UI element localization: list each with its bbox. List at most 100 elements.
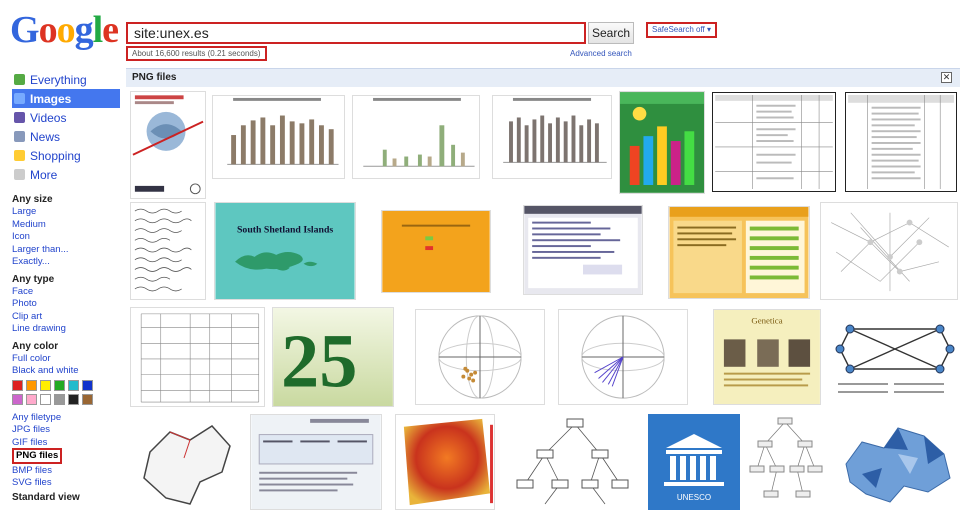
thumb-web-orange[interactable] <box>668 206 810 299</box>
filter-link[interactable]: Black and white <box>12 365 79 376</box>
color-swatch[interactable] <box>54 379 65 391</box>
search-type-nav: Everything Images Videos News Shopping More <box>12 70 120 184</box>
type-heading: Any type <box>12 273 55 285</box>
thumb-bar-2[interactable] <box>352 95 480 179</box>
results-stats: About 16,600 results (0.21 seconds) <box>126 46 267 61</box>
everything-icon <box>14 74 25 85</box>
thumb-orange[interactable] <box>381 210 491 293</box>
search-input[interactable] <box>126 22 586 44</box>
filter-link[interactable]: Larger than... <box>12 244 69 255</box>
color-swatch[interactable] <box>12 393 23 405</box>
thumb-doc[interactable] <box>250 414 382 510</box>
sidebar-item-everything[interactable]: Everything <box>12 70 120 89</box>
color-swatch[interactable] <box>26 379 37 391</box>
thumb-unesco[interactable]: UNESCO <box>648 414 740 510</box>
filter-link[interactable]: Large <box>12 206 36 217</box>
islands-label: South Shetland Islands <box>237 224 333 235</box>
filter-link[interactable]: JPG files <box>12 424 50 435</box>
color-filter-list: Full color Black and white <box>12 352 120 377</box>
shopping-icon <box>14 150 25 161</box>
color-swatch[interactable] <box>82 393 93 405</box>
standard-view-link[interactable]: Standard view <box>12 492 120 503</box>
filter-link[interactable]: Any filetype <box>12 412 61 423</box>
color-swatches <box>12 379 120 405</box>
logo-letter: o <box>56 9 76 51</box>
logo-letter: G <box>10 9 40 51</box>
thumb-screen[interactable] <box>523 205 643 295</box>
thumb-network[interactable] <box>820 202 958 300</box>
sidebar-item-news[interactable]: News <box>12 127 120 146</box>
unesco-label: UNESCO <box>677 493 711 502</box>
sidebar-item-label: News <box>30 129 61 144</box>
advanced-search-link[interactable]: Advanced search <box>570 49 632 58</box>
filter-link[interactable]: Medium <box>12 219 46 230</box>
size-heading: Any size <box>12 194 53 205</box>
thumb-genetics[interactable]: Genetica <box>713 309 821 405</box>
thumb-globe[interactable] <box>130 91 206 199</box>
filter-link[interactable]: Clip art <box>12 311 42 322</box>
thumb-tree-2[interactable] <box>745 414 825 510</box>
thumb-table-2[interactable] <box>845 92 957 192</box>
thumb-sphere-2[interactable] <box>558 309 688 405</box>
thumb-25[interactable]: 25 <box>272 307 394 407</box>
sidebar-item-label: Shopping <box>30 148 81 163</box>
filter-link[interactable]: Icon <box>12 231 30 242</box>
size-filter-list: Large Medium Icon Larger than... Exactly... <box>12 205 120 268</box>
color-heading: Any color <box>12 340 59 352</box>
logo-letter: o <box>38 9 58 51</box>
more-icon <box>14 169 25 180</box>
google-logo[interactable]: Google <box>10 8 119 52</box>
images-icon <box>14 93 25 104</box>
news-icon <box>14 131 25 142</box>
filter-link[interactable]: Exactly... <box>12 256 50 267</box>
sidebar-item-videos[interactable]: Videos <box>12 108 120 127</box>
sidebar-item-label: Images <box>30 91 72 106</box>
thumb-map-blue[interactable] <box>832 414 958 510</box>
color-swatch[interactable] <box>40 393 51 405</box>
thumb-colorful[interactable] <box>619 91 705 194</box>
color-swatch[interactable] <box>12 379 23 391</box>
thumb-handwriting[interactable] <box>130 202 206 300</box>
filter-bar: PNG files ✕ <box>126 68 960 87</box>
genetics-title: Genetica <box>751 316 782 326</box>
color-swatch[interactable] <box>82 379 93 391</box>
logo-letter: e <box>102 9 119 51</box>
thumb-map-outline[interactable] <box>130 412 242 512</box>
filter-link[interactable]: Full color <box>12 353 51 364</box>
sidebar-item-more[interactable]: More <box>12 165 120 184</box>
sidebar-item-shopping[interactable]: Shopping <box>12 146 120 165</box>
logo-letter: l <box>92 9 104 51</box>
color-swatch[interactable] <box>68 393 79 405</box>
safesearch-dropdown[interactable]: SafeSearch off ▾ <box>646 22 718 38</box>
thumb-table-grid[interactable] <box>130 307 265 407</box>
videos-icon <box>14 112 25 123</box>
filter-link[interactable]: BMP files <box>12 465 52 476</box>
close-icon[interactable]: ✕ <box>941 72 952 83</box>
filter-link[interactable]: Face <box>12 286 33 297</box>
color-swatch[interactable] <box>54 393 65 405</box>
search-button[interactable]: Search <box>588 22 634 44</box>
filter-link[interactable]: GIF files <box>12 437 47 448</box>
filetype-filter-list: Any filetype JPG files GIF files PNG files B… <box>12 411 120 489</box>
color-swatch[interactable] <box>68 379 79 391</box>
type-filter-list: Face Photo Clip art Line drawing <box>12 285 120 335</box>
logo-letter: g <box>74 9 94 51</box>
thumb-table-1[interactable] <box>712 92 836 192</box>
filter-link[interactable]: Line drawing <box>12 323 66 334</box>
sidebar-item-label: Everything <box>30 72 87 87</box>
thumb-bar-3[interactable] <box>492 95 612 179</box>
filter-link[interactable]: Photo <box>12 298 37 309</box>
filter-link[interactable]: PNG files <box>12 448 63 464</box>
color-swatch[interactable] <box>40 379 51 391</box>
thumb-bar-1[interactable] <box>212 95 345 179</box>
thumb-sphere-1[interactable] <box>415 309 545 405</box>
thumb-map-islands[interactable]: South Shetland Islands <box>214 202 356 300</box>
filter-link[interactable]: SVG files <box>12 477 52 488</box>
thumb-heatmap[interactable] <box>395 414 495 510</box>
sidebar: Everything Images Videos News Shopping More A… <box>12 70 120 503</box>
color-swatch[interactable] <box>26 393 37 405</box>
thumb-graph[interactable] <box>832 307 958 407</box>
sidebar-item-images[interactable]: Images <box>12 89 120 108</box>
big-number: 25 <box>281 318 357 403</box>
thumb-tree[interactable] <box>505 414 635 510</box>
